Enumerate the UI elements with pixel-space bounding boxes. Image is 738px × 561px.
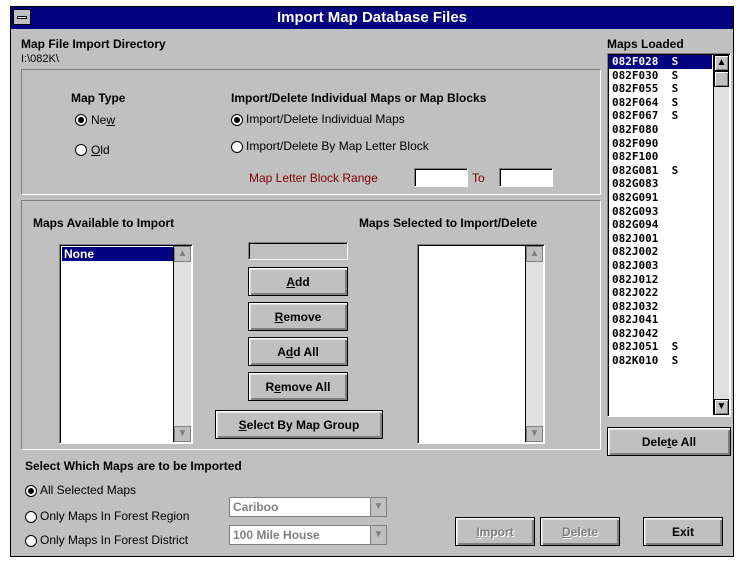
list-item[interactable]: 082F067 S bbox=[609, 109, 712, 123]
forest-region-radio[interactable] bbox=[25, 511, 37, 523]
forest-region-label[interactable]: Only Maps In Forest Region bbox=[40, 509, 189, 523]
system-menu-icon[interactable] bbox=[13, 9, 31, 25]
map-type-old-label[interactable]: Old bbox=[91, 143, 110, 157]
available-label: Maps Available to Import bbox=[33, 216, 175, 230]
remove-button[interactable]: Remove bbox=[248, 302, 348, 331]
scroll-up-icon[interactable]: ▲ bbox=[174, 246, 191, 262]
exit-button[interactable]: Exit bbox=[643, 517, 723, 546]
select-by-map-group-button[interactable]: Select By Map Group bbox=[215, 410, 383, 439]
range-to-input[interactable] bbox=[499, 168, 553, 187]
individual-maps-radio[interactable] bbox=[231, 114, 243, 126]
list-item[interactable]: 082F030 S bbox=[609, 69, 712, 83]
forest-region-value: Cariboo bbox=[233, 500, 279, 514]
list-item[interactable]: 082G081 S bbox=[609, 164, 712, 178]
list-item[interactable]: 082G091 bbox=[609, 191, 712, 205]
available-scrollbar[interactable]: ▲ ▼ bbox=[173, 246, 191, 442]
map-type-new-radio[interactable] bbox=[75, 114, 87, 126]
range-to-label: To bbox=[472, 171, 485, 185]
remove-all-button[interactable]: Re move All bbox=[248, 372, 348, 401]
all-selected-radio[interactable] bbox=[25, 485, 37, 497]
import-mode-label: Import/Delete Individual Maps or Map Blo… bbox=[231, 91, 487, 105]
list-item[interactable]: 082J022 bbox=[609, 286, 712, 300]
status-field bbox=[248, 242, 348, 260]
forest-district-radio[interactable] bbox=[25, 535, 37, 547]
selected-label: Maps Selected to Import/Delete bbox=[359, 216, 538, 230]
list-item[interactable]: 082G083 bbox=[609, 177, 712, 191]
which-maps-label: Select Which Maps are to be Imported bbox=[25, 459, 242, 473]
dropdown-arrow-icon[interactable]: ▼ bbox=[370, 498, 386, 516]
window-title: Import Map Database Files bbox=[276, 9, 468, 26]
individual-maps-label[interactable]: Import/Delete Individual Maps bbox=[246, 112, 405, 126]
map-type-old-radio[interactable] bbox=[75, 144, 87, 156]
add-all-button[interactable]: Add All bbox=[248, 337, 348, 366]
import-dialog: Import Map Database Files Map File Impor… bbox=[10, 6, 734, 557]
list-item[interactable]: 082J001 bbox=[609, 232, 712, 246]
list-item[interactable]: 082J032 bbox=[609, 300, 712, 314]
directory-label: Map File Import Directory bbox=[21, 37, 166, 51]
list-item[interactable]: 082G093 bbox=[609, 205, 712, 219]
all-selected-label[interactable]: All Selected Maps bbox=[40, 483, 136, 497]
list-item[interactable]: 082F028 S bbox=[609, 55, 712, 69]
map-type-label: Map Type bbox=[71, 91, 126, 105]
delete-all-button[interactable]: Dele t e All bbox=[607, 427, 731, 456]
list-item[interactable]: 082F064 S bbox=[609, 96, 712, 110]
list-item[interactable]: 082F055 S bbox=[609, 82, 712, 96]
letter-block-radio[interactable] bbox=[231, 141, 243, 153]
scroll-up-icon[interactable]: ▲ bbox=[526, 246, 543, 262]
list-item[interactable]: None bbox=[61, 246, 175, 262]
maps-loaded-label: Maps Loaded bbox=[607, 37, 684, 51]
letter-block-label[interactable]: Import/Delete By Map Letter Block bbox=[246, 139, 429, 153]
selected-scrollbar[interactable]: ▲ ▼ bbox=[525, 246, 543, 442]
scroll-thumb[interactable] bbox=[714, 71, 729, 87]
directory-path: I:\082K\ bbox=[21, 53, 59, 65]
list-item[interactable]: 082K010 S bbox=[609, 354, 712, 368]
import-button[interactable]: Import bbox=[455, 517, 535, 546]
range-from-input[interactable] bbox=[414, 168, 468, 187]
list-item[interactable]: 082J041 bbox=[609, 313, 712, 327]
list-item[interactable]: 082F080 bbox=[609, 123, 712, 137]
dropdown-arrow-icon[interactable]: ▼ bbox=[370, 526, 386, 544]
map-type-new-label[interactable]: New bbox=[91, 113, 115, 127]
forest-district-select[interactable]: 100 Mile House ▼ bbox=[229, 525, 387, 545]
list-item[interactable]: 082J042 bbox=[609, 327, 712, 341]
range-label: Map Letter Block Range bbox=[249, 171, 378, 185]
title-bar: Import Map Database Files bbox=[11, 7, 733, 29]
maps-loaded-list[interactable]: 082F028 S 082F030 S 082F055 S 082F064 S 082F… bbox=[607, 53, 731, 417]
forest-region-select[interactable]: Cariboo ▼ bbox=[229, 497, 387, 517]
list-item[interactable]: 082J051 S bbox=[609, 340, 712, 354]
scroll-down-icon[interactable]: ▼ bbox=[174, 426, 191, 442]
list-item[interactable]: 082J003 bbox=[609, 259, 712, 273]
delete-button[interactable]: Delete bbox=[540, 517, 620, 546]
scroll-down-icon[interactable]: ▼ bbox=[526, 426, 543, 442]
add-button[interactable]: Add bbox=[248, 267, 348, 296]
forest-district-value: 100 Mile House bbox=[233, 528, 320, 542]
list-item[interactable]: 082J002 bbox=[609, 245, 712, 259]
maps-loaded-scrollbar[interactable]: ▲ ▼ bbox=[713, 55, 729, 415]
selected-list[interactable]: ▲ ▼ bbox=[417, 244, 545, 444]
list-item[interactable]: 082F100 bbox=[609, 150, 712, 164]
available-list[interactable]: None ▲ ▼ bbox=[59, 244, 193, 444]
list-item[interactable]: 082G094 bbox=[609, 218, 712, 232]
list-item[interactable]: 082J012 bbox=[609, 273, 712, 287]
scroll-up-icon[interactable]: ▲ bbox=[714, 55, 729, 71]
forest-district-label[interactable]: Only Maps In Forest District bbox=[40, 533, 188, 547]
list-item[interactable]: 082F090 bbox=[609, 137, 712, 151]
scroll-down-icon[interactable]: ▼ bbox=[714, 399, 729, 415]
